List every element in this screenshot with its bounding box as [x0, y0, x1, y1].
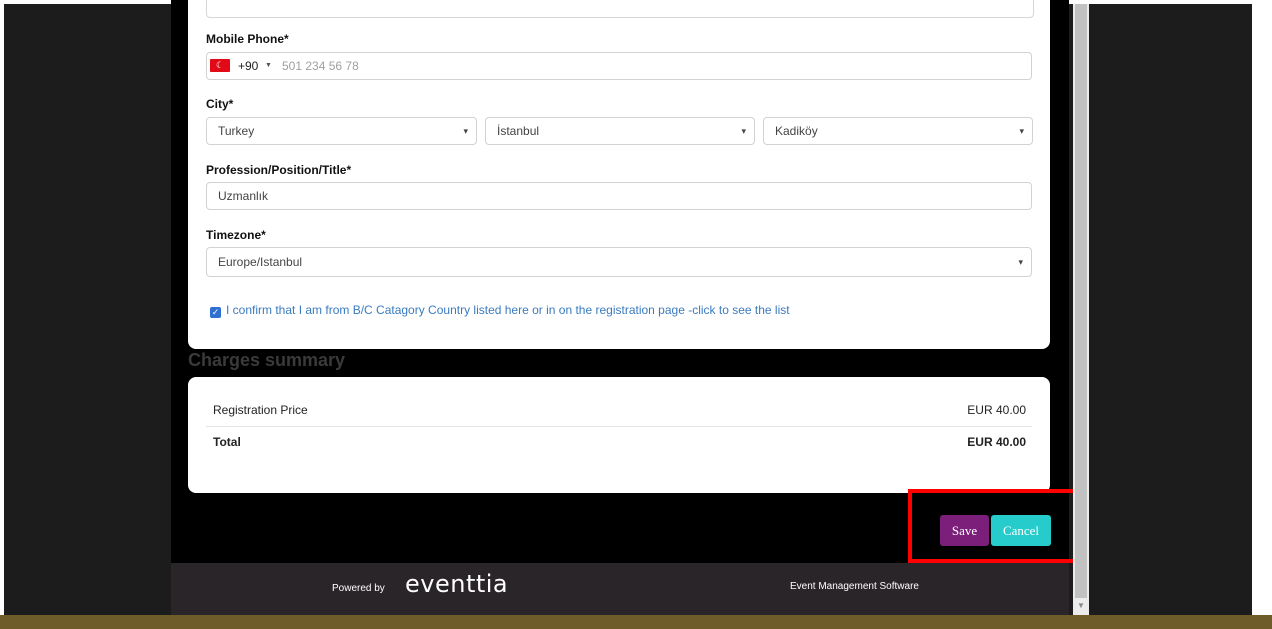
chevron-down-icon[interactable]: ▼	[265, 53, 272, 79]
timezone-label: Timezone*	[206, 228, 266, 242]
timezone-select[interactable]: Europe/Istanbul ▾	[206, 247, 1032, 277]
chevron-down-icon: ▾	[463, 126, 468, 136]
footer	[171, 563, 1069, 615]
mobile-phone-label: Mobile Phone*	[206, 32, 289, 46]
bottom-bar	[0, 615, 1272, 629]
profession-label: Profession/Position/Title*	[206, 163, 352, 177]
chevron-down-icon: ▾	[1019, 126, 1024, 136]
phone-placeholder: 501 234 56 78	[282, 59, 359, 73]
eventtia-logo[interactable]: eventtia	[405, 570, 508, 598]
country-code[interactable]: +90	[238, 53, 258, 79]
charges-summary-card	[188, 377, 1050, 493]
city-label: City*	[206, 97, 234, 111]
checkbox-checked-icon[interactable]: ✓	[210, 307, 221, 318]
scroll-down-arrow-icon[interactable]: ▼	[1073, 599, 1089, 613]
confirm-checkbox-row[interactable]: ✓ I confirm that I am from B/C Catagory C…	[210, 303, 790, 318]
province-select[interactable]: İstanbul ▾	[485, 117, 755, 145]
province-value: İstanbul	[497, 124, 540, 138]
mobile-phone-input[interactable]: ☾ +90 ▼ 501 234 56 78	[206, 52, 1032, 80]
summary-divider	[206, 426, 1032, 427]
turkey-flag-icon[interactable]: ☾	[210, 59, 230, 72]
chevron-down-icon: ▾	[741, 126, 746, 136]
district-select[interactable]: Kadiköy ▾	[763, 117, 1033, 145]
charge-row-label: Registration Price	[213, 403, 308, 417]
profession-input[interactable]: Uzmanlık	[206, 182, 1032, 210]
highlight-annotation	[908, 489, 1088, 563]
country-value: Turkey	[218, 124, 255, 138]
timezone-value: Europe/Istanbul	[218, 255, 303, 269]
country-select[interactable]: Turkey ▾	[206, 117, 477, 145]
confirm-checkbox-label[interactable]: I confirm that I am from B/C Catagory Co…	[226, 303, 790, 317]
charge-row-value: EUR 40.00	[967, 403, 1026, 417]
scrollbar-thumb[interactable]	[1075, 4, 1087, 598]
previous-field-input[interactable]	[206, 0, 1034, 18]
total-value: EUR 40.00	[967, 435, 1026, 449]
district-value: Kadiköy	[775, 124, 818, 138]
powered-by-text: Powered by	[332, 583, 385, 594]
footer-tagline: Event Management Software	[790, 581, 919, 592]
total-label: Total	[213, 435, 241, 449]
charges-summary-heading: Charges summary	[188, 350, 346, 370]
chevron-down-icon: ▾	[1018, 257, 1023, 267]
